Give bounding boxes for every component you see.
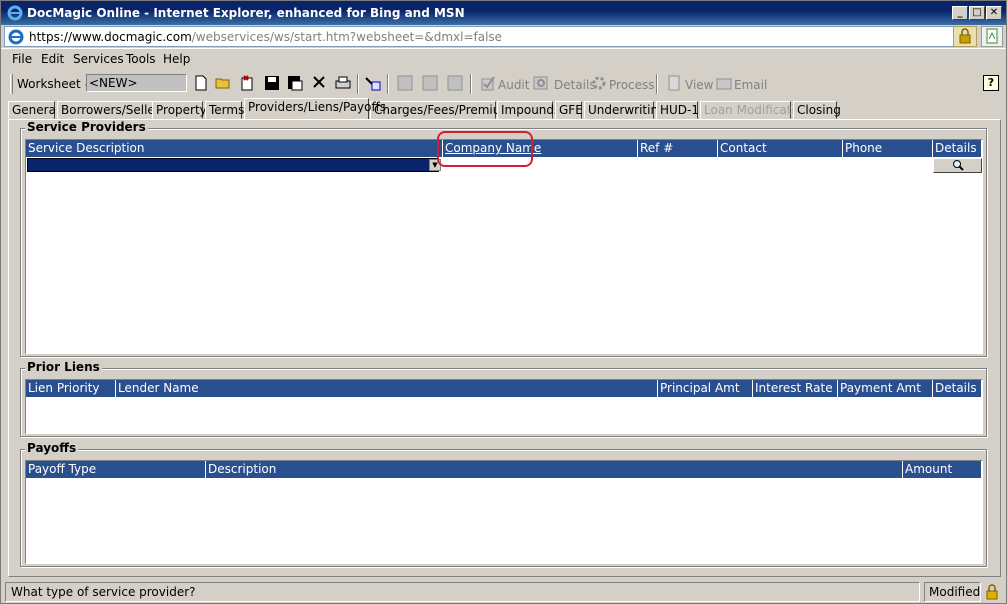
- col-payoff-type[interactable]: Payoff Type: [26, 461, 206, 478]
- menu-services[interactable]: Services: [73, 52, 124, 66]
- col-lien-details[interactable]: Details: [933, 380, 982, 397]
- browser-window: DocMagic Online - Internet Explorer, enh…: [0, 0, 1007, 604]
- url-path: /webservices/ws/start.htm?websheet=&dmxl…: [191, 30, 503, 44]
- status-bar: What type of service provider? Modified: [5, 581, 1003, 603]
- tab-gfe[interactable]: GFE: [555, 101, 583, 119]
- tab-general[interactable]: General: [8, 101, 59, 119]
- tab-loan-modification: Loan Modification: [700, 101, 810, 119]
- security-lock-icon[interactable]: [953, 26, 977, 47]
- ie-page-icon: [8, 29, 24, 45]
- col-payment-amt[interactable]: Payment Amt: [838, 380, 933, 397]
- tab-underwriting[interactable]: Underwriting: [584, 101, 666, 119]
- maximize-button[interactable]: □: [969, 6, 985, 20]
- toolbar-separator: [656, 74, 658, 94]
- menu-edit[interactable]: Edit: [41, 52, 64, 66]
- highlight-annotation: [437, 131, 533, 167]
- payoffs-grid: Payoff Type Description Amount: [25, 460, 983, 564]
- col-interest-rate[interactable]: Interest Rate: [753, 380, 838, 397]
- toolbar-separator: [357, 74, 359, 94]
- details-icon: [532, 75, 550, 93]
- col-principal-amt[interactable]: Principal Amt: [658, 380, 753, 397]
- process-icon: [590, 75, 608, 93]
- address-url: https://www.docmagic.com/webservices/ws/…: [29, 30, 502, 44]
- tab-hud-1[interactable]: HUD-1: [656, 101, 699, 119]
- toolbar-separator: [470, 74, 472, 94]
- url-host: https://www.docmagic.com: [29, 30, 192, 44]
- status-message: What type of service provider?: [5, 582, 920, 602]
- audit-button[interactable]: Audit: [498, 78, 529, 92]
- forms-icon: [421, 75, 439, 93]
- menu-file[interactable]: File: [12, 52, 32, 66]
- email-button[interactable]: Email: [734, 78, 767, 92]
- toolbar: Worksheet # <NEW> Audit Details Process …: [1, 71, 1006, 99]
- help-button[interactable]: ?: [983, 75, 999, 91]
- col-phone[interactable]: Phone: [843, 140, 933, 157]
- col-lien-priority[interactable]: Lien Priority: [26, 380, 116, 397]
- delete-icon[interactable]: [310, 75, 328, 93]
- view-icon: [665, 75, 683, 93]
- view-button[interactable]: View: [685, 78, 713, 92]
- col-service-description[interactable]: Service Description: [26, 140, 443, 157]
- col-ref-number[interactable]: Ref #: [638, 140, 718, 157]
- prior-liens-title: Prior Liens: [25, 360, 102, 374]
- col-contact[interactable]: Contact: [718, 140, 843, 157]
- tab-impounds[interactable]: Impounds: [497, 101, 560, 119]
- lock-icon: [986, 584, 998, 600]
- col-details[interactable]: Details: [933, 140, 982, 157]
- menu-tools[interactable]: Tools: [126, 52, 156, 66]
- email-icon: [715, 75, 733, 93]
- service-providers-title: Service Providers: [25, 120, 148, 134]
- title-bar: DocMagic Online - Internet Explorer, enh…: [1, 1, 1006, 25]
- status-modified: Modified: [924, 582, 981, 602]
- address-bar[interactable]: https://www.docmagic.com/webservices/ws/…: [4, 26, 974, 47]
- toolbar-grip: [10, 74, 13, 94]
- tab-closing[interactable]: Closing: [793, 101, 841, 119]
- tab-strip: General Borrowers/Sellers Property Terms…: [8, 98, 998, 119]
- payoffs-title: Payoffs: [25, 441, 79, 455]
- print-form-icon: [396, 75, 414, 93]
- tab-borrowers-sellers[interactable]: Borrowers/Sellers: [57, 101, 166, 119]
- magnifier-icon: [952, 160, 964, 171]
- col-amount[interactable]: Amount: [903, 461, 982, 478]
- details-search-button[interactable]: [933, 158, 982, 173]
- menu-bar: File Edit Services Tools Help: [1, 48, 1006, 68]
- menu-help[interactable]: Help: [163, 52, 190, 66]
- service-providers-grid: Service Description Company Name Ref # C…: [25, 139, 983, 354]
- worksheet-label: Worksheet #: [17, 77, 95, 91]
- save-as-icon[interactable]: [286, 75, 304, 93]
- window-title: DocMagic Online - Internet Explorer, enh…: [27, 6, 465, 20]
- ie-logo-icon: [7, 5, 23, 21]
- package-icon: [446, 75, 464, 93]
- col-description[interactable]: Description: [206, 461, 903, 478]
- tab-property[interactable]: Property: [152, 101, 207, 119]
- tab-providers-liens-payoffs[interactable]: Providers/Liens/Payoffs: [244, 98, 386, 119]
- new-document-icon[interactable]: [192, 75, 210, 93]
- worksheet-number-field[interactable]: <NEW>: [86, 74, 187, 92]
- tab-terms[interactable]: Terms: [205, 101, 244, 119]
- prior-liens-grid: Lien Priority Lender Name Principal Amt …: [25, 379, 983, 434]
- tab-charges-fees-premiums[interactable]: Charges/Fees/Premiums: [370, 101, 518, 119]
- col-lender-name[interactable]: Lender Name: [116, 380, 658, 397]
- import-icon[interactable]: [238, 75, 256, 93]
- calculator-icon[interactable]: [364, 75, 382, 93]
- save-icon[interactable]: [263, 75, 281, 93]
- toolbar-separator: [387, 74, 389, 94]
- open-folder-icon[interactable]: [215, 75, 233, 93]
- close-button[interactable]: ✕: [986, 6, 1002, 20]
- print-icon[interactable]: [334, 75, 352, 93]
- process-button[interactable]: Process: [609, 78, 655, 92]
- audit-icon: [479, 75, 497, 93]
- minimize-button[interactable]: _: [952, 6, 968, 20]
- page-icon[interactable]: [981, 26, 1003, 47]
- service-description-select[interactable]: [27, 158, 439, 172]
